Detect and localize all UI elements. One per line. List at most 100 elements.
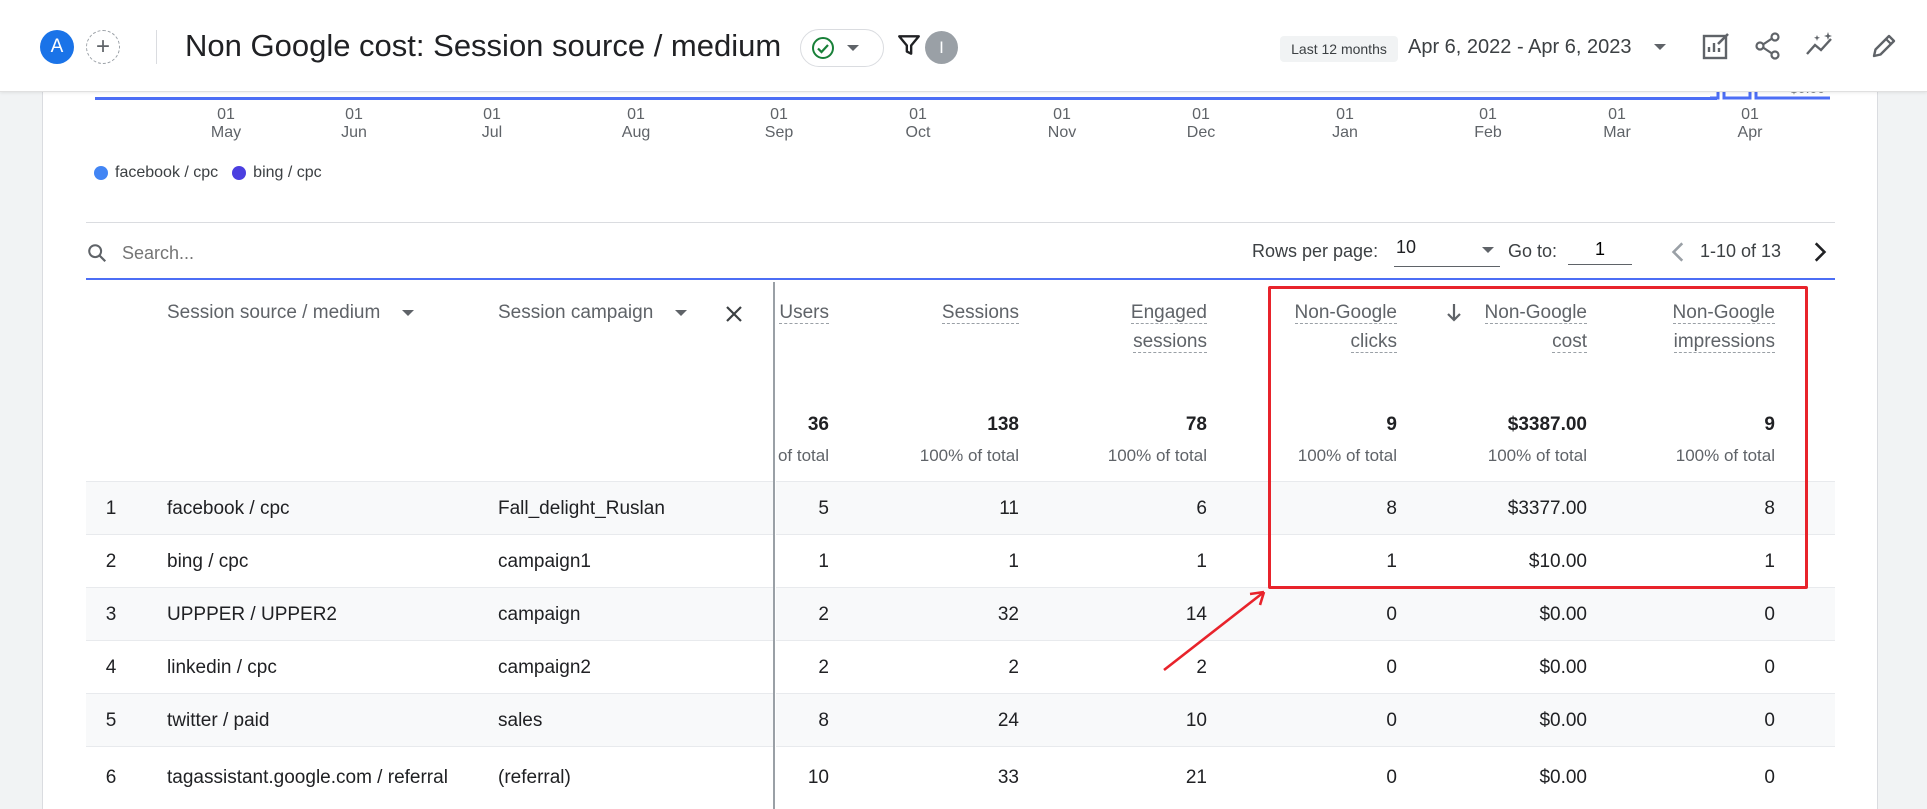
sort-descending-icon[interactable] <box>1445 302 1463 324</box>
metric-total-percent: 100% of total <box>1487 446 1587 465</box>
metric-cell: $0.00 <box>1539 656 1587 678</box>
row-campaign: campaign2 <box>498 656 591 678</box>
row-index: 5 <box>105 709 117 731</box>
x-axis-tick: 01 Jul <box>462 106 522 142</box>
tick-day: 01 <box>483 106 501 123</box>
metric-header-label: cost <box>1552 331 1587 353</box>
metric-header-label: Sessions <box>941 302 1019 324</box>
table-row[interactable]: 5 twitter / paid sales <box>86 693 773 746</box>
table-row[interactable]: 2 32 14 0 $0.00 0 <box>776 587 1835 640</box>
chevron-right-icon[interactable] <box>1806 239 1832 265</box>
metric-cell: 2 <box>818 656 829 678</box>
rows-per-page-label: Rows per page: <box>1252 241 1379 261</box>
metric-cell: $10.00 <box>1528 550 1587 572</box>
metric-cell: 10 <box>807 767 829 788</box>
metric-cell: 24 <box>997 709 1019 731</box>
customize-report-icon[interactable] <box>1700 30 1732 62</box>
x-axis-tick: 01 Oct <box>888 106 948 142</box>
dimension-header-label: Session source / medium <box>167 302 381 323</box>
metric-header[interactable]: Non-Google clicks <box>1294 298 1397 356</box>
metric-total: $3387.00 <box>1507 414 1587 435</box>
chevron-left-icon[interactable] <box>1666 239 1692 265</box>
table-row[interactable]: 2 2 2 0 $0.00 0 <box>776 640 1835 693</box>
tick-month: May <box>210 124 242 141</box>
status-dropdown[interactable] <box>800 29 884 67</box>
tick-day: 01 <box>1192 106 1210 123</box>
row-source-medium: bing / cpc <box>167 550 249 572</box>
table-row[interactable]: 10 33 21 0 $0.00 0 <box>776 746 1835 808</box>
metric-total: 9 <box>1386 414 1397 435</box>
row-campaign: campaign1 <box>498 550 591 572</box>
metric-header-label: clicks <box>1350 331 1397 353</box>
table-row[interactable]: 8 24 10 0 $0.00 0 <box>776 693 1835 746</box>
metric-header[interactable]: Non-Google impressions <box>1672 298 1775 356</box>
metric-columns: Users 36 of total Sessions 138 100% of total E… <box>776 282 1835 809</box>
metric-cell: 0 <box>1386 767 1397 788</box>
row-source-medium: facebook / cpc <box>167 497 290 519</box>
metric-cell: 1 <box>1386 550 1397 572</box>
row-campaign: (referral) <box>498 767 571 788</box>
table-row[interactable]: 1 facebook / cpc Fall_delight_Ruslan <box>86 481 773 534</box>
row-index: 4 <box>105 656 117 678</box>
metric-cell: 32 <box>997 603 1019 625</box>
share-icon[interactable] <box>1752 30 1784 62</box>
metric-cell: 5 <box>818 497 829 519</box>
metric-cell: 8 <box>1386 497 1397 519</box>
tick-day: 01 <box>627 106 645 123</box>
row-campaign: Fall_delight_Ruslan <box>498 497 665 519</box>
search-input[interactable] <box>122 237 622 269</box>
tick-month: Jul <box>481 124 503 141</box>
dimension-header-label: Session campaign <box>498 302 654 323</box>
analytics-report-screen: { "header": { "avatar_letter": "A", "add… <box>0 0 1927 809</box>
metric-cell: 0 <box>1764 656 1775 678</box>
insights-icon[interactable] <box>1804 30 1836 62</box>
table-row[interactable]: 2 bing / cpc campaign1 <box>86 534 773 587</box>
chevron-down-icon <box>402 310 415 316</box>
table-row[interactable]: 3 UPPPER / UPPER2 campaign <box>86 587 773 640</box>
metric-cell: 8 <box>1764 497 1775 519</box>
table-toolbar: Rows per page: 10 Go to: 1-10 of 13 <box>86 222 1835 280</box>
goto-page-input[interactable] <box>1568 235 1632 265</box>
chart-series-line <box>95 97 1717 100</box>
legend-item-bing[interactable]: bing / cpc <box>232 164 322 182</box>
date-range-selector[interactable]: Apr 6, 2022 - Apr 6, 2023 <box>1408 36 1632 59</box>
chevron-down-icon <box>675 310 688 316</box>
edit-pencil-icon[interactable] <box>1868 30 1900 62</box>
table-row[interactable]: 5 11 6 8 $3377.00 8 <box>776 481 1835 534</box>
metric-cell: 1 <box>1764 550 1775 572</box>
x-axis-tick: 01 Jun <box>324 106 384 142</box>
metric-total: 138 <box>987 414 1019 435</box>
dimension-header-campaign[interactable]: Session campaign <box>498 302 688 324</box>
rows-per-page-select[interactable]: 10 <box>1394 237 1500 267</box>
metric-header-label: Non-Google <box>1484 302 1587 324</box>
table-row[interactable]: 1 1 1 1 $10.00 1 <box>776 534 1835 587</box>
metric-header[interactable]: Non-Google cost <box>1484 298 1587 356</box>
date-dropdown-icon[interactable] <box>1654 44 1666 50</box>
filter-count-badge[interactable]: I <box>925 31 958 64</box>
metric-header[interactable]: Users <box>779 298 829 327</box>
metric-cell: 21 <box>1185 767 1207 788</box>
table-row[interactable]: 4 linkedin / cpc campaign2 <box>86 640 773 693</box>
metric-header[interactable]: Sessions <box>941 298 1019 327</box>
metric-total-percent: 100% of total <box>1297 446 1397 465</box>
add-comparison-button[interactable]: + <box>86 30 120 64</box>
filter-icon[interactable] <box>896 32 922 58</box>
metric-header-label: Engaged <box>1130 302 1207 324</box>
metric-cell: 14 <box>1185 603 1207 625</box>
tick-day: 01 <box>909 106 927 123</box>
table-row[interactable]: 6 tagassistant.google.com / referral (refe… <box>86 746 773 808</box>
metric-cell: 0 <box>1764 767 1775 788</box>
avatar[interactable]: A <box>40 30 74 64</box>
dimension-header-source[interactable]: Session source / medium <box>167 302 415 324</box>
tick-month: Mar <box>1603 124 1631 141</box>
tick-month: Feb <box>1474 124 1502 141</box>
close-icon[interactable] <box>722 302 746 326</box>
rows-per-page-value: 10 <box>1396 237 1417 257</box>
chart-legend: facebook / cpc bing / cpc <box>94 164 322 182</box>
row-campaign: campaign <box>498 603 581 625</box>
metric-header[interactable]: Engaged sessions <box>1130 298 1207 356</box>
legend-label: facebook / cpc <box>115 164 219 181</box>
legend-item-facebook[interactable]: facebook / cpc <box>94 164 218 182</box>
x-axis-tick: 01 May <box>196 106 256 142</box>
metric-cell: 2 <box>818 603 829 625</box>
